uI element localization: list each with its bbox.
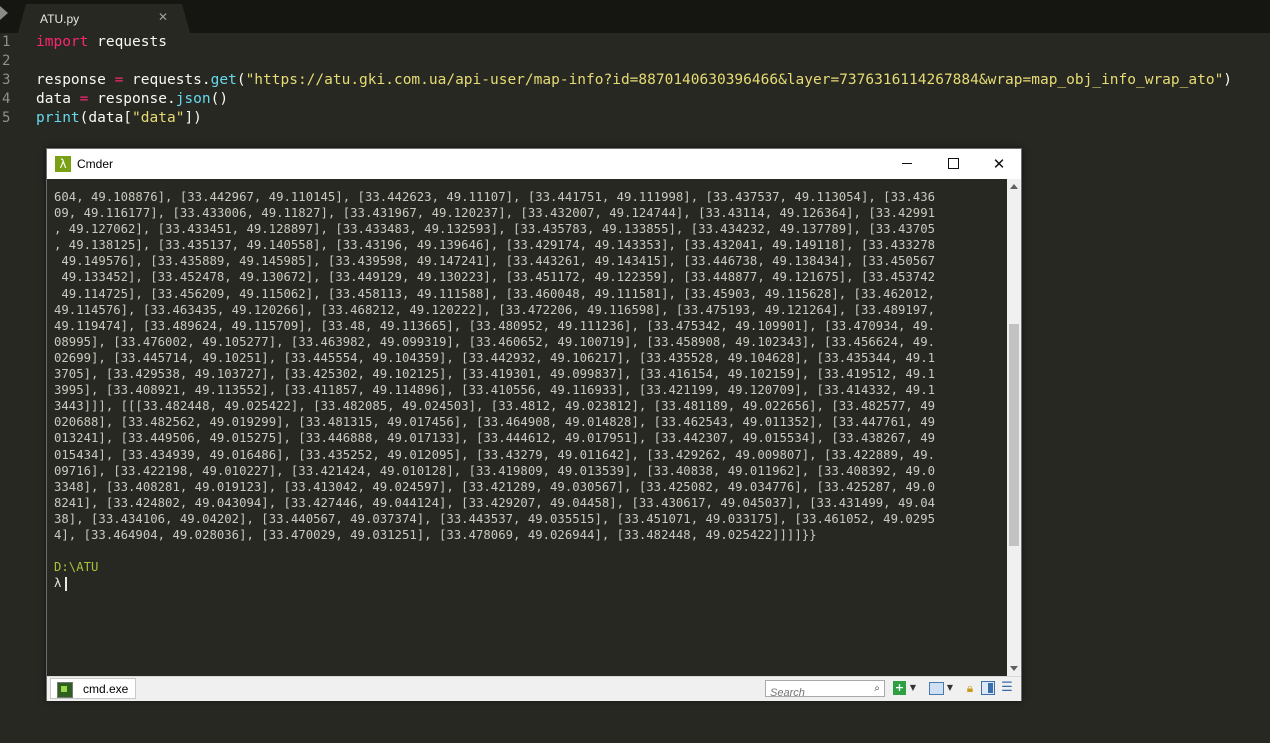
operator-token: = bbox=[114, 72, 124, 88]
window-title: Cmder bbox=[77, 157, 114, 171]
console-output-line: 08995], [33.476002, 49.105277], [33.4639… bbox=[54, 334, 935, 349]
code-token: requests bbox=[88, 34, 167, 50]
code-token: ) bbox=[1223, 72, 1233, 88]
code-token: data bbox=[36, 91, 80, 107]
code-token: response. bbox=[88, 91, 176, 107]
code-line-4: data = response.json() bbox=[36, 90, 1232, 109]
line-number: 1 bbox=[2, 34, 11, 50]
console-output-line: 49.114576], [33.463435, 49.120266], [33.… bbox=[54, 302, 935, 317]
line-number: 5 bbox=[2, 110, 11, 126]
function-token: get bbox=[210, 72, 237, 88]
scroll-down-arrow-icon[interactable] bbox=[1010, 666, 1018, 671]
string-token: "https://atu.gki.com.ua/api-user/map-inf… bbox=[245, 72, 1224, 88]
minimize-button[interactable] bbox=[884, 149, 930, 179]
string-token: "data" bbox=[132, 110, 185, 126]
lock-icon[interactable]: 🔒︎ bbox=[964, 681, 976, 695]
prompt-line[interactable]: λ bbox=[54, 575, 935, 591]
cmd-icon bbox=[57, 682, 73, 698]
console-output-line: 8241], [33.424802, 49.043094], [33.42744… bbox=[54, 495, 935, 510]
console-output-line: , 49.138125], [33.435137, 49.140558], [3… bbox=[54, 238, 935, 253]
prompt-path: D:\ATU bbox=[54, 560, 99, 575]
scroll-up-arrow-icon[interactable] bbox=[1010, 184, 1018, 189]
function-token: print bbox=[36, 110, 80, 126]
window-view-icon[interactable] bbox=[929, 682, 944, 695]
console-output-line: 49.133452], [33.452478, 49.130672], [33.… bbox=[54, 270, 935, 285]
code-token: requests. bbox=[123, 72, 211, 88]
line-number: 3 bbox=[2, 72, 11, 88]
code-token: () bbox=[210, 91, 229, 107]
console-scrollbar[interactable] bbox=[1007, 179, 1021, 676]
lambda-icon: λ bbox=[55, 156, 71, 172]
console-output-line: 015434], [33.434939, 49.016486], [33.435… bbox=[54, 447, 935, 462]
sidebar-toggle-arrow-icon[interactable] bbox=[0, 6, 8, 20]
search-box[interactable]: ⌕ bbox=[765, 680, 885, 701]
prompt-symbol: λ bbox=[54, 576, 62, 591]
code-editor[interactable]: import requests response = requests.get(… bbox=[36, 33, 1232, 128]
search-input[interactable] bbox=[766, 685, 866, 701]
cmder-status-bar: cmd.exe ⌕ + ▼ ▼ 🔒︎ ☰ bbox=[47, 676, 1021, 701]
scroll-thumb[interactable] bbox=[1009, 324, 1019, 546]
view-dropdown-icon[interactable]: ▼ bbox=[946, 681, 954, 695]
console-output-line: , 49.127062], [33.433451, 49.128897], [3… bbox=[54, 222, 935, 237]
code-token: response bbox=[36, 72, 115, 88]
console-output-line: 020688], [33.482562, 49.019299], [33.481… bbox=[54, 415, 935, 430]
code-token: ]) bbox=[184, 110, 202, 126]
new-console-dropdown-icon[interactable]: ▼ bbox=[909, 681, 917, 695]
console-output-line: 604, 49.108876], [33.442967, 49.110145],… bbox=[54, 190, 935, 204]
console-output-line: 49.149576], [33.435889, 49.145985], [33.… bbox=[54, 254, 935, 269]
console-output-area[interactable]: 604, 49.108876], [33.442967, 49.110145],… bbox=[47, 179, 1007, 676]
editor-tab-title: ATU.py bbox=[40, 12, 80, 26]
console-output-line: 02699], [33.445714, 49.10251], [33.44555… bbox=[54, 350, 935, 365]
hamburger-menu-icon[interactable]: ☰ bbox=[1000, 681, 1014, 695]
cmder-title-bar[interactable]: λ Cmder ✕ bbox=[47, 149, 1021, 179]
minimize-icon bbox=[902, 163, 912, 164]
function-token: json bbox=[175, 91, 211, 107]
maximize-button[interactable] bbox=[930, 149, 976, 179]
console-tab-cmd[interactable]: cmd.exe bbox=[50, 678, 136, 699]
console-output-line: 49.119474], [33.489624, 49.115709], [33.… bbox=[54, 318, 935, 333]
code-token: (data[ bbox=[79, 110, 133, 126]
console-output-line: 3443]]], [[[33.482448, 49.025422], [33.4… bbox=[54, 399, 935, 414]
new-console-plus-icon[interactable]: + bbox=[893, 681, 906, 695]
editor-tab-bar: ATU.py ✕ bbox=[0, 0, 1270, 33]
console-output-line: 013241], [33.449506, 49.015275], [33.446… bbox=[54, 431, 935, 446]
console-output-line: 09716], [33.422198, 49.010227], [33.4214… bbox=[54, 463, 935, 478]
console-output-line: 49.114725], [33.456209, 49.115062], [33.… bbox=[54, 286, 935, 301]
code-line-1: import requests bbox=[36, 33, 1232, 52]
keyword-import: import bbox=[36, 34, 89, 50]
console-output-line: 09, 49.116177], [33.433006, 49.11827], [… bbox=[54, 206, 935, 221]
cmder-window: λ Cmder ✕ 604, 49.108876], [33.442967, 4… bbox=[46, 148, 1022, 701]
console-output-line: 38], [33.434106, 49.04202], [33.440567, … bbox=[54, 511, 935, 526]
line-number-gutter: 1 2 3 4 5 bbox=[0, 33, 24, 128]
code-line-3: response = requests.get("https://atu.gki… bbox=[36, 71, 1232, 90]
tab-close-icon[interactable]: ✕ bbox=[158, 10, 168, 24]
code-token: ( bbox=[236, 72, 246, 88]
console-output-line: 3995], [33.408921, 49.113552], [33.41185… bbox=[54, 383, 935, 398]
console-tab-label: cmd.exe bbox=[83, 682, 129, 696]
editor-tab-atu-py[interactable]: ATU.py ✕ bbox=[18, 4, 190, 33]
text-cursor bbox=[65, 576, 68, 591]
console-output-line: 4], [33.464904, 49.028036], [33.470029, … bbox=[54, 527, 817, 542]
console-text: 604, 49.108876], [33.442967, 49.110145],… bbox=[54, 189, 935, 591]
magnifier-icon[interactable]: ⌕ bbox=[874, 683, 880, 694]
close-button[interactable]: ✕ bbox=[976, 149, 1022, 179]
line-number: 2 bbox=[2, 53, 11, 69]
code-line-5: print(data["data"]) bbox=[36, 109, 1232, 128]
maximize-icon bbox=[947, 158, 959, 169]
console-output-line: 3705], [33.429538, 49.103727], [33.42530… bbox=[54, 367, 935, 382]
split-view-icon[interactable] bbox=[981, 681, 995, 695]
line-number: 4 bbox=[2, 91, 11, 107]
close-icon: ✕ bbox=[992, 155, 1006, 173]
console-output-line: 3348], [33.408281, 49.019123], [33.41304… bbox=[54, 479, 935, 494]
